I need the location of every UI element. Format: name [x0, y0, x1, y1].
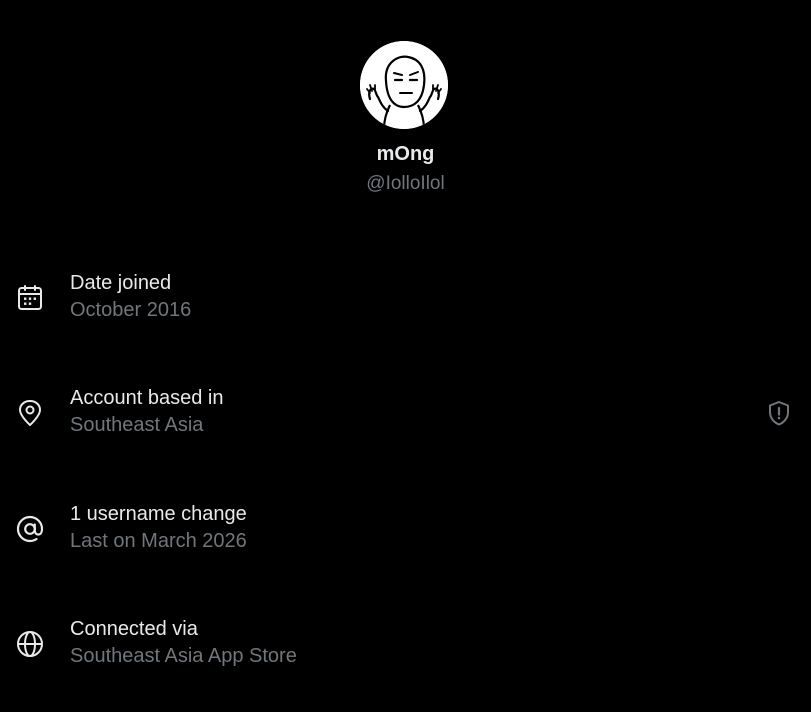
about-row-text: Date joined October 2016 — [70, 270, 191, 323]
location-pin-icon — [19, 400, 41, 426]
about-row-text: Account based in Southeast Asia — [70, 385, 223, 438]
globe-icon — [17, 631, 43, 657]
about-row-text: 1 username change Last on March 2026 — [70, 501, 247, 554]
row-subtitle: October 2016 — [70, 299, 192, 321]
about-row-text: Connected via Southeast Asia App Store — [70, 616, 297, 669]
about-row-date-joined: Date joined October 2016 — [0, 270, 811, 330]
calendar-icon — [18, 285, 42, 310]
about-row-connected-via: Connected via Southeast Asia App Store — [0, 616, 811, 676]
row-title: Connected via — [70, 618, 198, 640]
about-row-account-based-in: Account based in Southeast Asia — [0, 385, 811, 445]
avatar[interactable] — [360, 41, 448, 129]
row-title: Date joined — [70, 272, 172, 294]
row-title: 1 username change — [70, 503, 247, 525]
row-title: Account based in — [70, 387, 224, 409]
row-subtitle: Southeast Asia — [70, 414, 204, 436]
meme-face-avatar-icon — [360, 41, 448, 129]
profile-header: mOng @IolloIlol — [0, 0, 811, 230]
row-subtitle: Last on March 2026 — [70, 530, 247, 552]
at-sign-icon — [16, 515, 44, 543]
row-subtitle: Southeast Asia App Store — [70, 645, 297, 667]
about-row-username-change: 1 username change Last on March 2026 — [0, 501, 811, 561]
username-handle: @IolloIlol — [366, 173, 445, 194]
display-name: mOng — [376, 143, 435, 165]
shield-alert-icon[interactable] — [766, 400, 792, 426]
